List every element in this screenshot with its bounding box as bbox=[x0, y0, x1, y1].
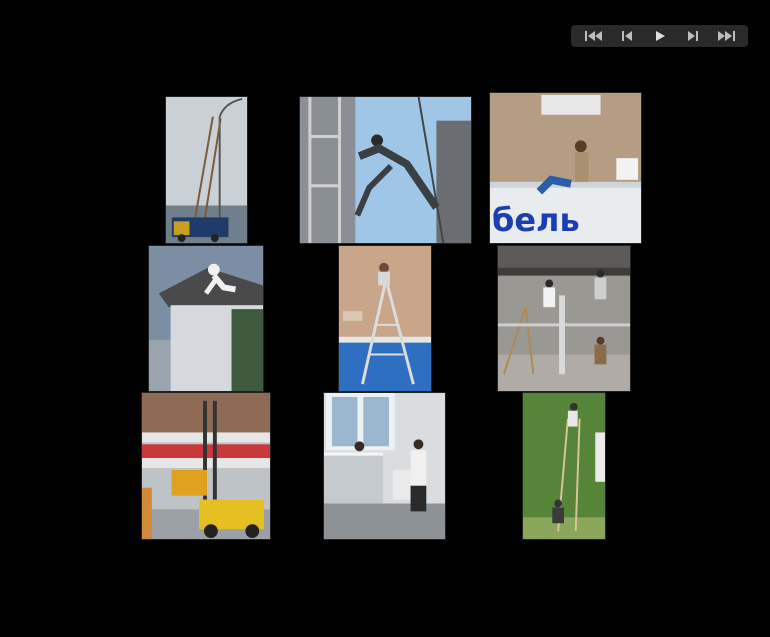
photo-balcony-hang bbox=[324, 393, 445, 539]
photo-forklift bbox=[142, 393, 270, 539]
photo-thumbnail-3[interactable]: бель bbox=[489, 92, 642, 244]
photo-thumbnail-9[interactable] bbox=[522, 392, 606, 540]
skip-last-icon bbox=[717, 31, 735, 41]
photo-roof-edge bbox=[149, 246, 263, 391]
skip-first-icon bbox=[584, 31, 602, 41]
photo-ladder-lamppost bbox=[166, 97, 247, 243]
photo-thumbnail-4[interactable] bbox=[148, 245, 264, 392]
previous-icon bbox=[621, 31, 632, 41]
first-button[interactable] bbox=[581, 27, 607, 45]
next-button[interactable] bbox=[680, 27, 706, 45]
play-icon bbox=[655, 31, 665, 41]
photo-scaffold-roof bbox=[498, 246, 630, 391]
photo-thumbnail-1[interactable] bbox=[165, 96, 248, 244]
last-button[interactable] bbox=[713, 27, 739, 45]
photo-scaffold-leap bbox=[300, 97, 471, 243]
photo-thumbnail-5[interactable] bbox=[338, 245, 432, 392]
next-icon bbox=[687, 31, 698, 41]
play-button[interactable] bbox=[647, 27, 673, 45]
photo-thumbnail-6[interactable] bbox=[497, 245, 631, 392]
photo-hedge-ladder bbox=[523, 393, 605, 539]
photo-thumbnail-2[interactable] bbox=[299, 96, 472, 244]
photo-thumbnail-7[interactable] bbox=[141, 392, 271, 540]
slideshow-controls bbox=[571, 25, 748, 47]
previous-button[interactable] bbox=[614, 27, 640, 45]
storefront-sign-text: бель bbox=[492, 201, 580, 239]
photo-pool-ladder bbox=[339, 246, 431, 391]
photo-thumbnail-8[interactable] bbox=[323, 392, 446, 540]
